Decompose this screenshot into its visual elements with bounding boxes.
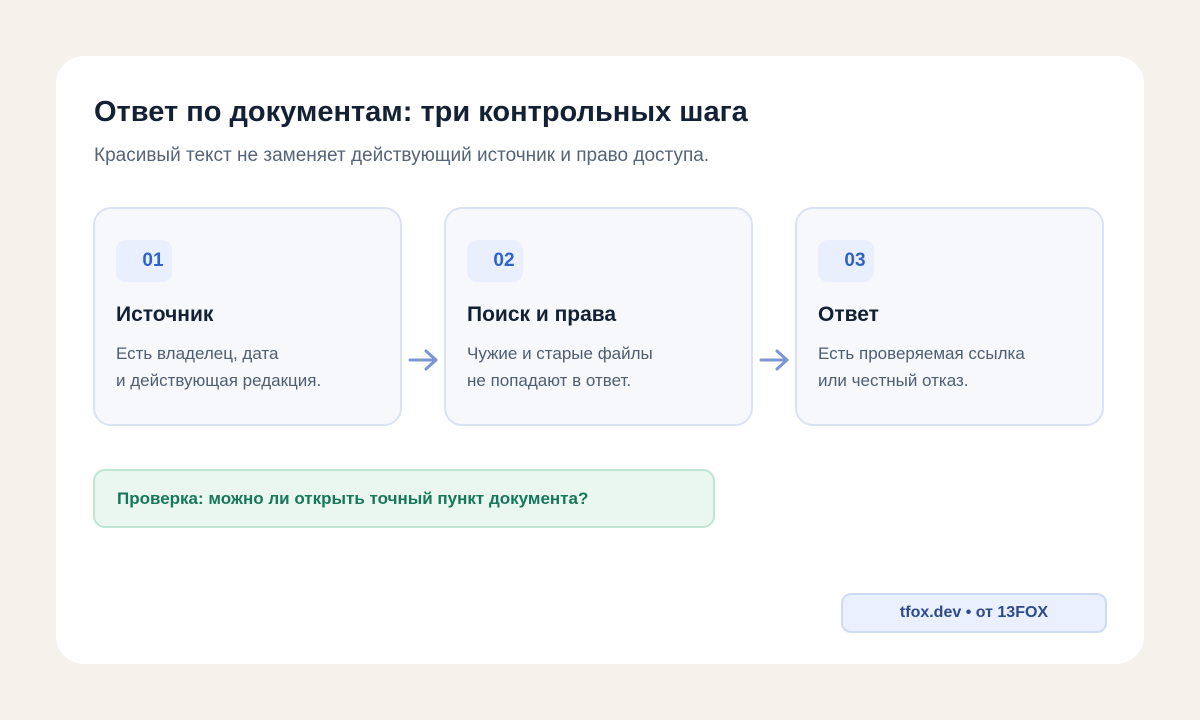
brand-badge: tfox.dev • от 13FOX <box>841 593 1107 633</box>
step-number-badge: 01 <box>116 240 172 282</box>
arrow-right-icon <box>408 349 438 371</box>
step-description-line: Есть проверяемая ссылка <box>818 344 1025 363</box>
step-description: Чужие и старые файлы не попадают в ответ… <box>467 340 653 394</box>
step-number-badge: 02 <box>467 240 523 282</box>
step-description-line: Чужие и старые файлы <box>467 344 653 363</box>
step-description: Есть владелец, дата и действующая редакц… <box>116 340 321 394</box>
page-title: Ответ по документам: три контрольных шаг… <box>94 96 748 128</box>
step-card-answer: 03 Ответ Есть проверяемая ссылка или чес… <box>795 207 1104 426</box>
step-description-line: и действующая редакция. <box>116 371 322 390</box>
step-title: Поиск и права <box>467 303 617 326</box>
main-card: Ответ по документам: три контрольных шаг… <box>56 56 1144 664</box>
verification-callout: Проверка: можно ли открыть точный пункт … <box>93 469 715 528</box>
step-title: Ответ <box>818 303 879 326</box>
arrow-right-icon <box>759 349 789 371</box>
step-card-source: 01 Источник Есть владелец, дата и действ… <box>93 207 402 426</box>
step-card-search-rights: 02 Поиск и права Чужие и старые файлы не… <box>444 207 753 426</box>
page-subtitle: Красивый текст не заменяет действующий и… <box>94 145 710 166</box>
step-title: Источник <box>116 303 214 326</box>
step-description: Есть проверяемая ссылка или честный отка… <box>818 340 1025 394</box>
step-description-line: или честный отказ. <box>818 371 969 390</box>
step-number-badge: 03 <box>818 240 874 282</box>
step-description-line: Есть владелец, дата <box>116 344 279 363</box>
step-description-line: не попадают в ответ. <box>467 371 632 390</box>
